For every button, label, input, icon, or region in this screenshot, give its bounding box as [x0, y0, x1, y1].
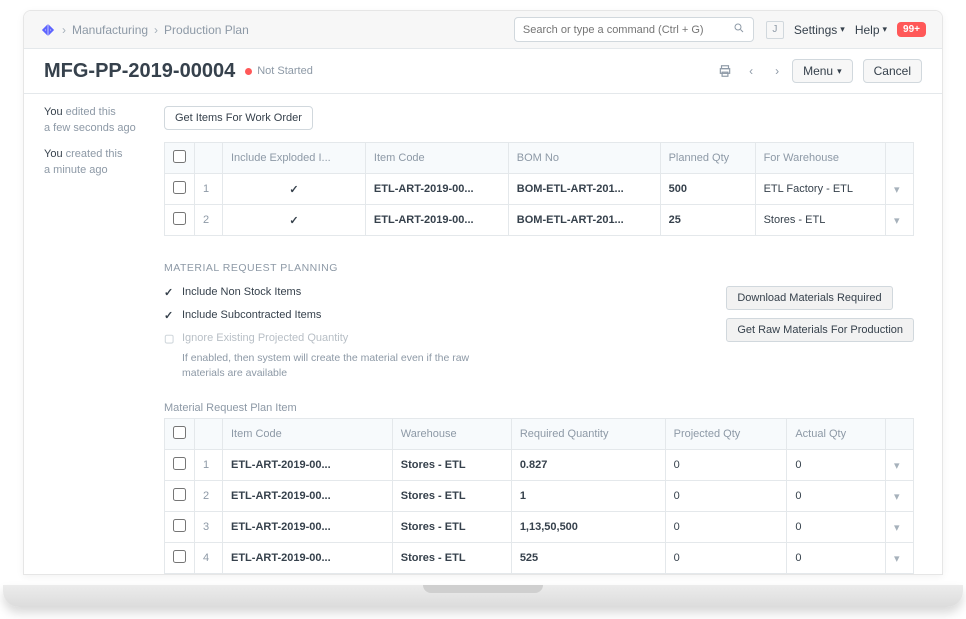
check-icon: ✓	[164, 286, 176, 299]
chevron-right-icon: ›	[154, 23, 158, 37]
document-title: MFG-PP-2019-00004	[44, 60, 235, 83]
checkbox-ignore-projected[interactable]: ▢Ignore Existing Projected Quantity	[164, 332, 686, 345]
col-planned-qty: Planned Qty	[660, 143, 755, 174]
caret-down-icon: ▾	[840, 24, 845, 35]
get-raw-materials-button[interactable]: Get Raw Materials For Production	[726, 318, 914, 342]
prev-icon[interactable]: ‹	[740, 60, 762, 82]
select-all-checkbox[interactable]	[173, 426, 186, 439]
help-menu[interactable]: Help▾	[855, 23, 887, 37]
global-search[interactable]	[514, 17, 754, 42]
select-all-checkbox[interactable]	[173, 150, 186, 163]
row-checkbox[interactable]	[173, 519, 186, 532]
menu-button[interactable]: Menu▾	[792, 59, 853, 83]
get-items-button[interactable]: Get Items For Work Order	[164, 106, 313, 130]
table-row[interactable]: 2 ✓ ETL-ART-2019-00... BOM-ETL-ART-201..…	[165, 205, 914, 236]
app-logo-icon[interactable]	[40, 22, 56, 38]
search-icon	[733, 22, 745, 37]
search-input[interactable]	[523, 24, 733, 36]
row-menu-icon[interactable]: ▾	[886, 543, 914, 574]
table-row[interactable]: 2 ETL-ART-2019-00... Stores - ETL 1 0 0 …	[165, 481, 914, 512]
col-warehouse: Warehouse	[392, 419, 511, 450]
notification-badge[interactable]: 99+	[897, 22, 926, 37]
next-icon[interactable]: ›	[766, 60, 788, 82]
col-item-code: Item Code	[223, 419, 393, 450]
col-actual-qty: Actual Qty	[787, 419, 886, 450]
chevron-right-icon: ›	[62, 23, 66, 37]
table-row[interactable]: 1 ✓ ETL-ART-2019-00... BOM-ETL-ART-201..…	[165, 174, 914, 205]
caret-down-icon: ▾	[837, 66, 842, 77]
settings-menu[interactable]: Settings▾	[794, 23, 845, 37]
user-avatar[interactable]: J	[766, 21, 784, 39]
timeline-entry: You created this a minute ago	[44, 148, 164, 176]
col-bom-no: BOM No	[508, 143, 660, 174]
row-menu-icon[interactable]: ▾	[886, 205, 914, 236]
row-checkbox[interactable]	[173, 181, 186, 194]
table-row[interactable]: 3 ETL-ART-2019-00... Stores - ETL 1,13,5…	[165, 512, 914, 543]
timeline-entry: You edited this a few seconds ago	[44, 106, 164, 134]
col-required-qty: Required Quantity	[511, 419, 665, 450]
caret-down-icon: ▾	[883, 24, 888, 35]
work-order-items-table: Include Exploded I... Item Code BOM No P…	[164, 142, 914, 236]
help-text: If enabled, then system will create the …	[182, 351, 512, 380]
check-icon: ✓	[289, 184, 298, 196]
print-icon[interactable]	[714, 60, 736, 82]
checkbox-non-stock[interactable]: ✓Include Non Stock Items	[164, 286, 686, 299]
material-request-items-table: Item Code Warehouse Required Quantity Pr…	[164, 418, 914, 574]
breadcrumb-manufacturing[interactable]: Manufacturing	[72, 23, 148, 37]
check-icon: ✓	[289, 215, 298, 227]
row-menu-icon[interactable]: ▾	[886, 481, 914, 512]
row-menu-icon[interactable]: ▾	[886, 174, 914, 205]
section-material-request-planning: MATERIAL REQUEST PLANNING	[164, 262, 914, 274]
checkbox-subcontracted[interactable]: ✓Include Subcontracted Items	[164, 309, 686, 322]
col-for-warehouse: For Warehouse	[755, 143, 885, 174]
row-checkbox[interactable]	[173, 550, 186, 563]
table-row[interactable]: 4 ETL-ART-2019-00... Stores - ETL 525 0 …	[165, 543, 914, 574]
row-menu-icon[interactable]: ▾	[886, 512, 914, 543]
section-material-request-plan-item: Material Request Plan Item	[164, 402, 914, 414]
checkbox-empty-icon: ▢	[164, 332, 176, 345]
row-menu-icon[interactable]: ▾	[886, 450, 914, 481]
table-row[interactable]: 1 ETL-ART-2019-00... Stores - ETL 0.827 …	[165, 450, 914, 481]
col-include-exploded: Include Exploded I...	[223, 143, 366, 174]
col-projected-qty: Projected Qty	[665, 419, 787, 450]
col-item-code: Item Code	[365, 143, 508, 174]
breadcrumb-production-plan[interactable]: Production Plan	[164, 23, 249, 37]
check-icon: ✓	[164, 309, 176, 322]
row-checkbox[interactable]	[173, 212, 186, 225]
status-label: Not Started	[257, 65, 313, 77]
status-dot-icon	[245, 68, 252, 75]
row-checkbox[interactable]	[173, 488, 186, 501]
cancel-button[interactable]: Cancel	[863, 59, 922, 83]
row-checkbox[interactable]	[173, 457, 186, 470]
download-materials-button[interactable]: Download Materials Required	[726, 286, 892, 310]
status-indicator: Not Started	[245, 65, 313, 77]
